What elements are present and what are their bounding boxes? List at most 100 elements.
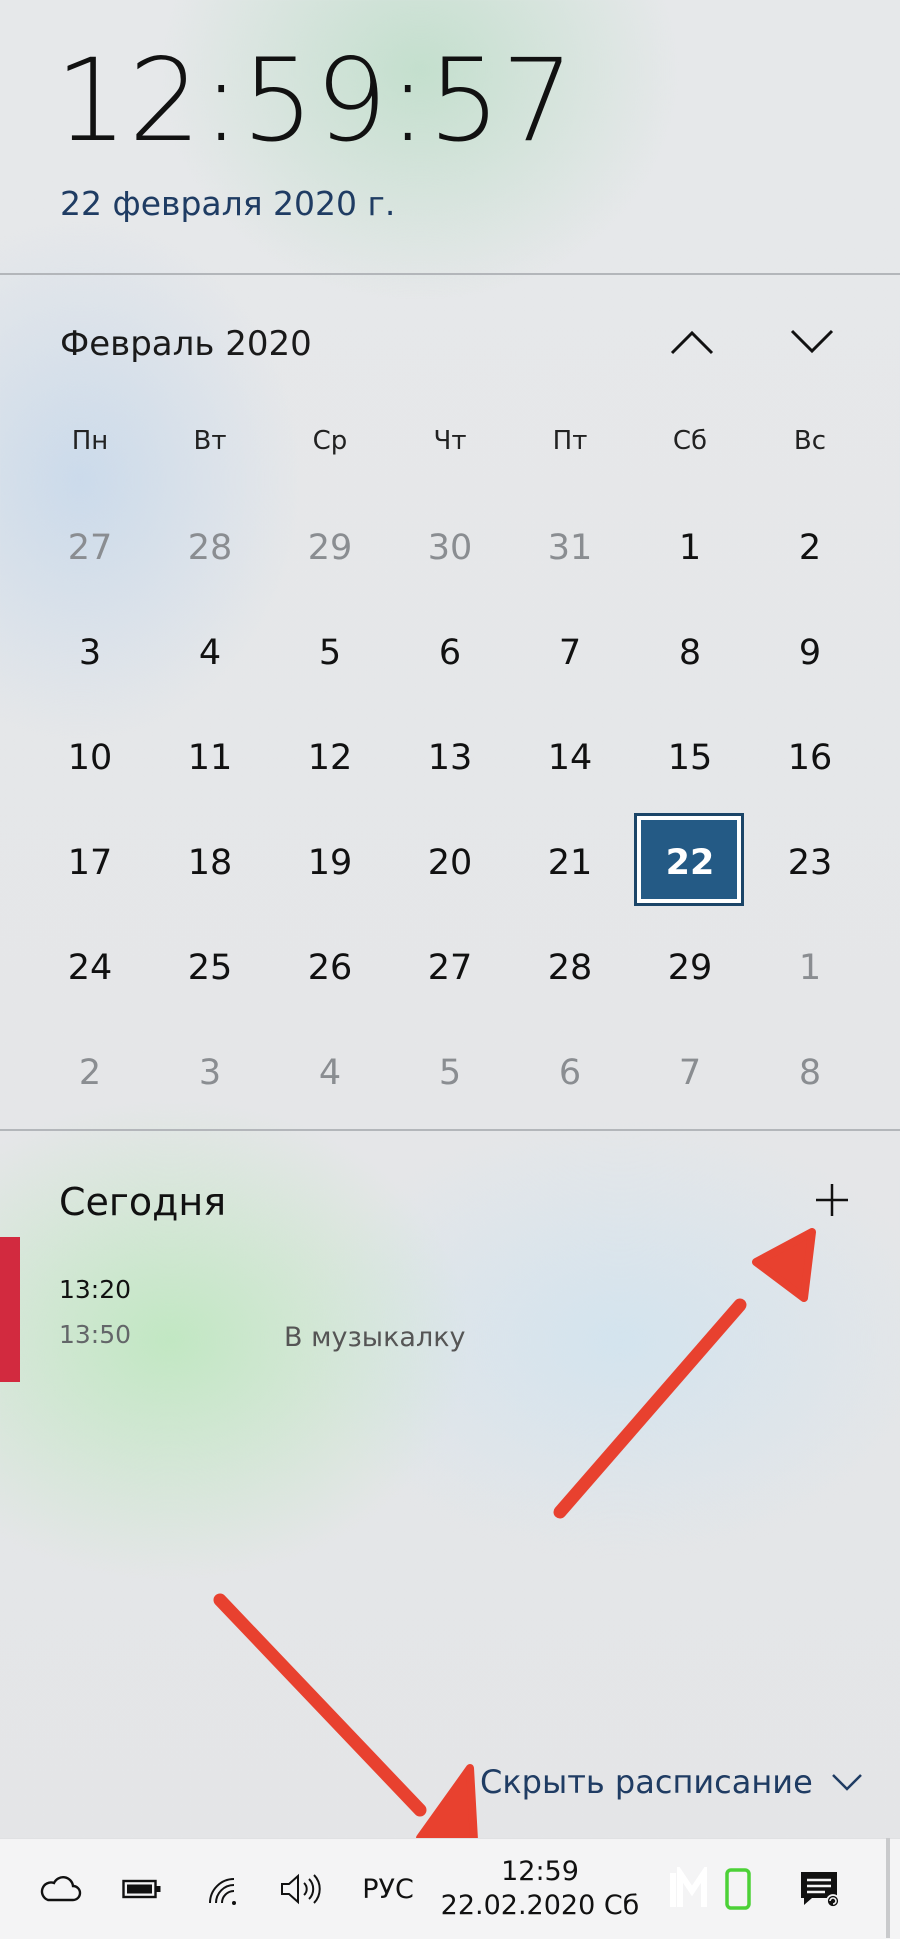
calendar-day-number: 26 — [307, 947, 353, 988]
arrow-to-add-button — [553, 1228, 816, 1519]
im-logo-icon — [670, 1867, 707, 1907]
calendar-day-number: 3 — [78, 632, 102, 673]
calendar-day-number: 2 — [798, 527, 822, 568]
date-long[interactable]: 22 февраля 2020 г. — [60, 184, 395, 223]
onedrive-button[interactable] — [30, 1839, 90, 1939]
calendar-day[interactable]: 25 — [150, 915, 270, 1020]
calendar-day[interactable]: 4 — [150, 600, 270, 705]
calendar-day-number: 7 — [678, 1052, 702, 1093]
calendar-day[interactable]: 10 — [30, 705, 150, 810]
calendar-day[interactable]: 8 — [750, 1020, 870, 1125]
calendar-day-number: 5 — [438, 1052, 462, 1093]
month-title[interactable]: Февраль 2020 — [60, 324, 312, 364]
calendar-day[interactable]: 3 — [30, 600, 150, 705]
calendar-day[interactable]: 12 — [270, 705, 390, 810]
calendar-day-grid: 27 28 29 30 31 1 2 3 4 5 6 7 8 9 10 11 12 13 14 15 16 17 18 19 2… — [30, 495, 870, 1125]
add-event-button[interactable] — [802, 1170, 862, 1230]
calendar-day[interactable]: 15 — [630, 705, 750, 810]
calendar-day-number: 11 — [187, 737, 233, 778]
hide-schedule-button[interactable]: Скрыть расписание — [480, 1758, 863, 1806]
previous-month-button[interactable] — [657, 312, 727, 372]
calendar-day[interactable]: 2 — [750, 495, 870, 600]
calendar-day[interactable]: 9 — [750, 600, 870, 705]
calendar-day[interactable]: 28 — [150, 495, 270, 600]
action-center-button[interactable] — [790, 1839, 850, 1939]
calendar-day[interactable]: 24 — [30, 915, 150, 1020]
action-center-icon — [801, 1872, 840, 1908]
calendar-day-number: 18 — [187, 842, 233, 883]
calendar-day[interactable]: 28 — [510, 915, 630, 1020]
weekday-label: Чт — [433, 426, 467, 456]
calendar-day-number: 13 — [427, 737, 473, 778]
calendar-day[interactable]: 26 — [270, 915, 390, 1020]
calendar-day-number: 8 — [798, 1052, 822, 1093]
calendar-day-number: 9 — [798, 632, 822, 673]
calendar-day-number: 27 — [427, 947, 473, 988]
calendar-day[interactable]: 16 — [750, 705, 870, 810]
calendar-day-number: 29 — [667, 947, 713, 988]
calendar-day[interactable]: 27 — [390, 915, 510, 1020]
weekday-header: Пн Вт Ср Чт Пт Сб Вс — [30, 420, 870, 462]
calendar-day-today[interactable]: 22 — [630, 810, 750, 915]
calendar-day-number: 6 — [438, 632, 462, 673]
calendar-day[interactable]: 19 — [270, 810, 390, 915]
calendar-day-number: 30 — [427, 527, 473, 568]
calendar-day[interactable]: 17 — [30, 810, 150, 915]
calendar-day[interactable]: 29 — [630, 915, 750, 1020]
calendar-day[interactable]: 7 — [630, 1020, 750, 1125]
calendar-day-number: 6 — [558, 1052, 582, 1093]
calendar-day[interactable]: 20 — [390, 810, 510, 915]
next-month-button[interactable] — [777, 312, 847, 372]
calendar-day-number: 3 — [198, 1052, 222, 1093]
calendar-day[interactable]: 27 — [30, 495, 150, 600]
calendar-day[interactable]: 31 — [510, 495, 630, 600]
calendar-day[interactable]: 13 — [390, 705, 510, 810]
header-divider — [0, 273, 900, 275]
language-indicator[interactable]: РУС — [352, 1839, 424, 1939]
calendar-day-number: 7 — [558, 632, 582, 673]
calendar-day[interactable]: 11 — [150, 705, 270, 810]
volume-button[interactable] — [270, 1839, 330, 1939]
calendar-day-number: 14 — [547, 737, 593, 778]
calendar-day[interactable]: 2 — [30, 1020, 150, 1125]
calendar-day-number: 25 — [187, 947, 233, 988]
calendar-day-number: 1 — [798, 947, 822, 988]
taskbar-clock[interactable]: 12:59 22.02.2020 Сб — [430, 1839, 650, 1939]
calendar-day[interactable]: 3 — [150, 1020, 270, 1125]
calendar-day[interactable]: 18 — [150, 810, 270, 915]
event-title[interactable]: В музыкалку — [284, 1322, 466, 1353]
calendar-day-number: 4 — [198, 632, 222, 673]
network-button[interactable] — [193, 1839, 253, 1939]
calendar-day[interactable]: 30 — [390, 495, 510, 600]
calendar-day[interactable]: 1 — [750, 915, 870, 1020]
phone-tray-button[interactable] — [718, 1839, 758, 1939]
taskbar: РУС 12:59 22.02.2020 Сб — [0, 1838, 900, 1939]
calendar-day[interactable]: 23 — [750, 810, 870, 915]
event-end-time[interactable]: 13:50 — [59, 1320, 131, 1349]
battery-button[interactable] — [112, 1839, 172, 1939]
calendar-day[interactable]: 8 — [630, 600, 750, 705]
calendar-day[interactable]: 7 — [510, 600, 630, 705]
calendar-day-number: 24 — [67, 947, 113, 988]
calendar-day-number: 19 — [307, 842, 353, 883]
calendar-day[interactable]: 14 — [510, 705, 630, 810]
calendar-day[interactable]: 5 — [270, 600, 390, 705]
calendar-day[interactable]: 21 — [510, 810, 630, 915]
calendar-day-number: 28 — [187, 527, 233, 568]
calendar-day-number: 5 — [318, 632, 342, 673]
calendar-day[interactable]: 6 — [390, 600, 510, 705]
event-start-time[interactable]: 13:20 — [59, 1275, 131, 1304]
volume-icon — [281, 1873, 321, 1905]
calendar-day[interactable]: 6 — [510, 1020, 630, 1125]
chevron-down-icon — [831, 1774, 862, 1791]
weekday-label: Вс — [793, 426, 827, 456]
phone-icon — [725, 1868, 751, 1910]
plus-icon — [816, 1184, 848, 1216]
clock-time: 12:59:57 — [55, 34, 575, 167]
calendar-day[interactable]: 29 — [270, 495, 390, 600]
calendar-day-number: 15 — [667, 737, 713, 778]
calendar-day[interactable]: 4 — [270, 1020, 390, 1125]
calendar-day[interactable]: 1 — [630, 495, 750, 600]
im-tray-button[interactable] — [660, 1839, 720, 1939]
calendar-day[interactable]: 5 — [390, 1020, 510, 1125]
